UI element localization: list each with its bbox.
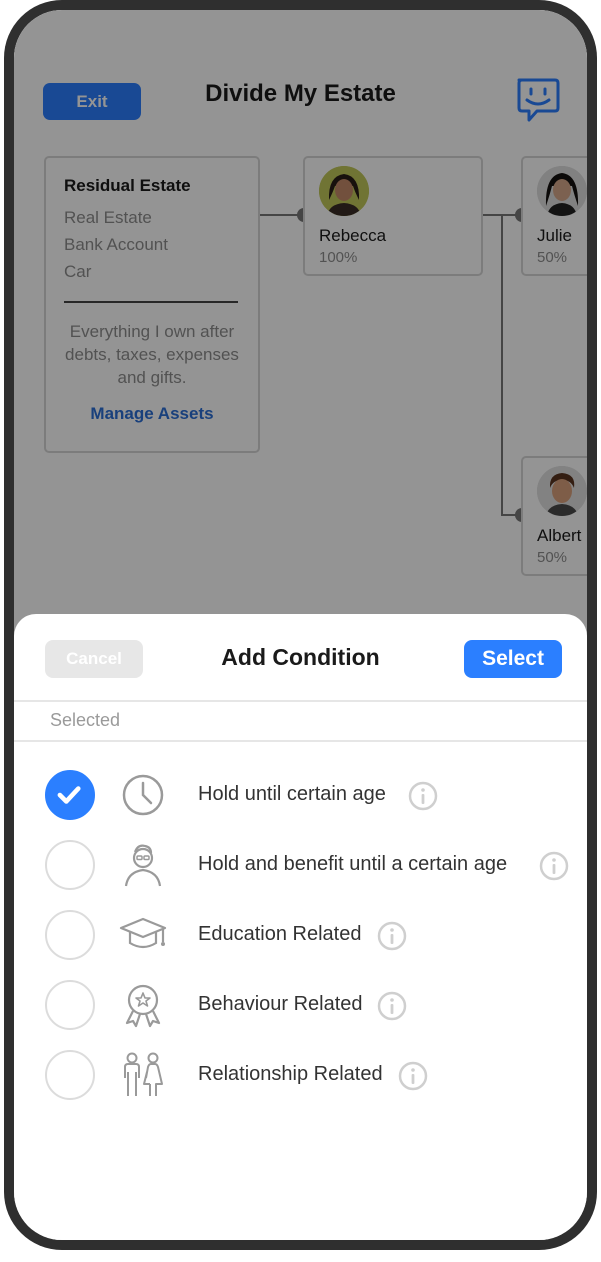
option-radio[interactable] [45,910,95,960]
option-label: Hold and benefit until a certain age [198,853,508,875]
option-radio[interactable] [45,980,95,1030]
info-icon[interactable] [539,851,569,881]
info-icon[interactable] [377,921,407,951]
option-label: Hold until certain age [198,783,386,805]
info-icon[interactable] [398,1061,428,1091]
phone-frame: Exit Divide My Estate Residual Estate Re… [4,0,597,1250]
option-label: Relationship Related [198,1063,383,1085]
option-radio[interactable] [45,1050,95,1100]
option-label: Education Related [198,923,362,945]
graduation-cap-icon [119,917,167,949]
couple-icon [124,1052,163,1096]
condition-option-behaviour[interactable]: Behaviour Related [14,975,587,1035]
condition-option-hold-and-benefit[interactable]: Hold and benefit until a certain age [14,835,587,895]
select-button[interactable]: Select [464,640,562,678]
checkmark-icon [57,786,81,804]
info-icon[interactable] [377,991,407,1021]
award-ribbon-icon [125,984,161,1028]
add-condition-sheet: Cancel Add Condition Select Selected Hol… [14,614,587,1240]
condition-option-relationship[interactable]: Relationship Related [14,1045,587,1105]
option-label: Behaviour Related [198,993,363,1015]
condition-option-hold-until-age[interactable]: Hold until certain age [14,765,587,825]
info-icon[interactable] [408,781,438,811]
divider [14,700,587,702]
divider [14,740,587,742]
condition-option-education[interactable]: Education Related [14,905,587,965]
screen: Exit Divide My Estate Residual Estate Re… [14,10,587,1240]
option-radio[interactable] [45,770,95,820]
clock-icon [122,774,164,816]
elder-person-icon [124,844,162,887]
option-radio[interactable] [45,840,95,890]
section-label-selected: Selected [50,710,121,730]
